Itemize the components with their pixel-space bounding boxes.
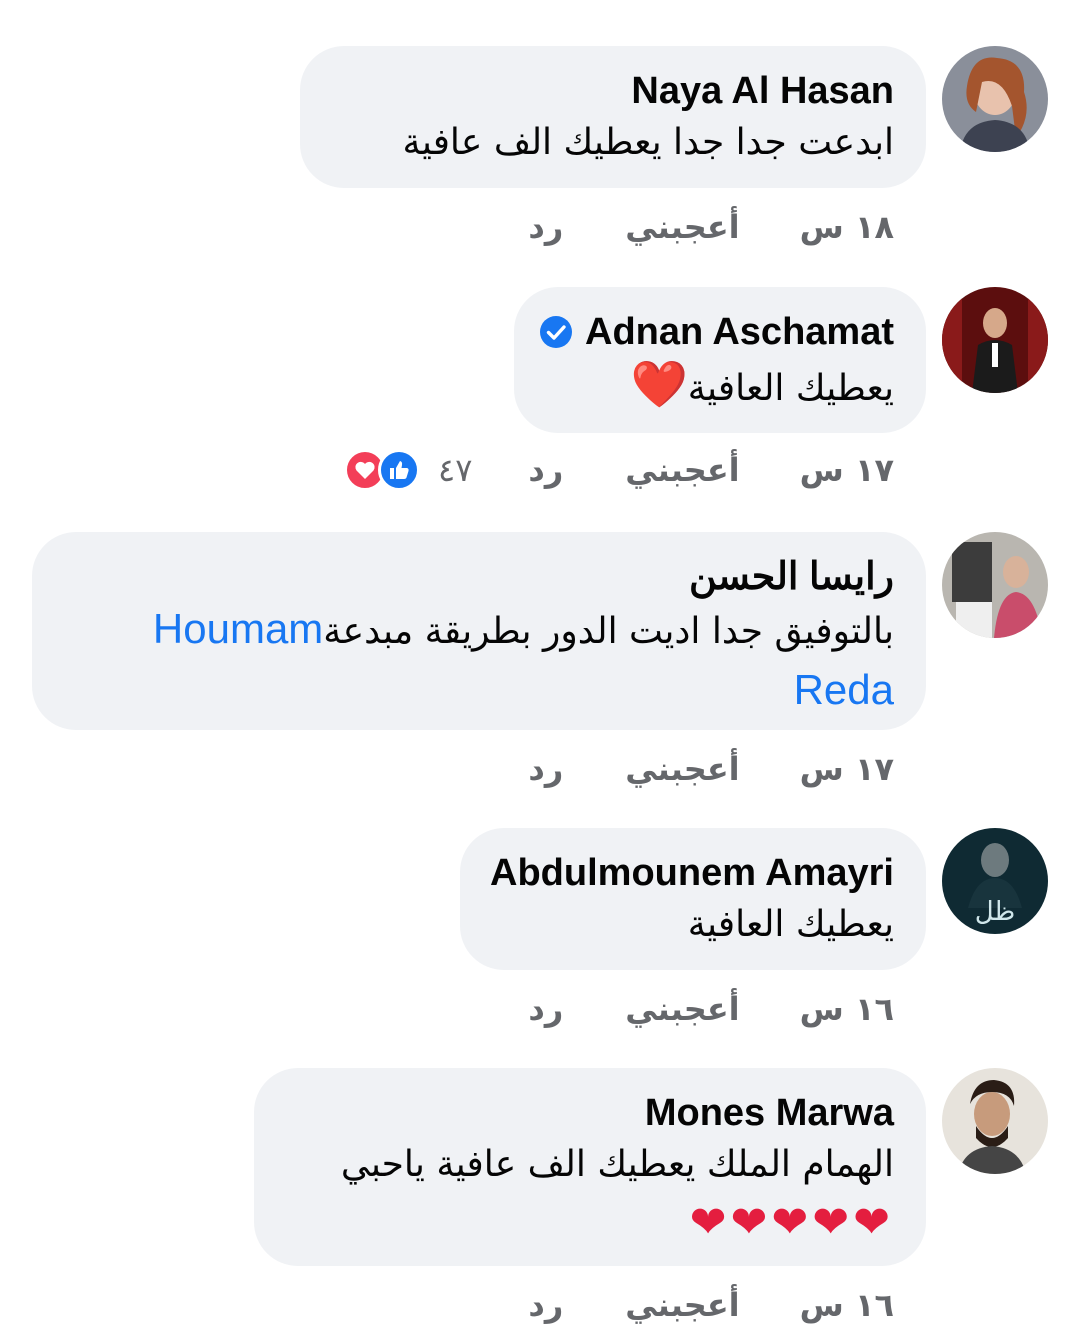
- comment-bubble: Naya Al Hasan ابدعت جدا جدا يعطيك الف عا…: [300, 46, 926, 188]
- comment-bubble: رايسا الحسن بالتوفيق جدا اديت الدور بطري…: [32, 532, 926, 730]
- like-button[interactable]: أعجبني: [625, 990, 739, 1028]
- avatar[interactable]: [942, 532, 1048, 638]
- reply-button[interactable]: رد: [528, 990, 563, 1028]
- like-button[interactable]: أعجبني: [625, 1286, 739, 1324]
- comment-author[interactable]: Abdulmounem Amayri: [490, 850, 894, 896]
- reactions-summary[interactable]: ٤٧: [344, 449, 472, 491]
- comment-actions: ١٧ س أعجبني رد: [472, 750, 894, 788]
- mention-link-continued[interactable]: Reda: [794, 666, 894, 713]
- avatar[interactable]: ظل: [942, 828, 1048, 934]
- comment-text-line2: Reda: [64, 661, 894, 722]
- avatar[interactable]: [942, 287, 1048, 393]
- reaction-icons: [344, 449, 421, 491]
- reply-button[interactable]: رد: [528, 1286, 563, 1324]
- comment-bubble: Mones Marwa الهمام الملك يعطيك الف عافية…: [254, 1068, 926, 1266]
- hearts-emoji-icon: ❤❤❤❤❤: [689, 1197, 894, 1248]
- reply-button[interactable]: رد: [528, 750, 563, 788]
- comment-timestamp[interactable]: ١٦ س: [800, 1286, 894, 1324]
- comment-bubble: Abdulmounem Amayri يعطيك العافية: [460, 828, 926, 970]
- svg-text:ظل: ظل: [975, 897, 1015, 927]
- comment-author[interactable]: رايسا الحسن: [64, 554, 894, 600]
- verified-badge-icon: [540, 316, 572, 348]
- avatar[interactable]: [942, 1068, 1048, 1174]
- reply-button[interactable]: رد: [528, 208, 563, 246]
- comment-timestamp[interactable]: ١٧ س: [800, 451, 894, 489]
- comment-author[interactable]: Adnan Aschamat: [540, 309, 894, 355]
- comment-actions: ١٦ س أعجبني رد: [472, 1286, 894, 1324]
- like-button[interactable]: أعجبني: [625, 750, 739, 788]
- mention-link[interactable]: Houmam: [153, 605, 323, 652]
- comment-timestamp[interactable]: ١٨ س: [800, 208, 894, 246]
- comment-text-body: يعطيك العافية: [687, 368, 894, 409]
- like-button[interactable]: أعجبني: [625, 451, 739, 489]
- comment-bubble: Adnan Aschamat يعطيك العافية❤️: [514, 287, 926, 433]
- comment-author[interactable]: Naya Al Hasan: [332, 68, 894, 114]
- reaction-count: ٤٧: [438, 451, 473, 489]
- comment-text-body: بالتوفيق جدا اديت الدور بطريقة مبدعة: [323, 611, 894, 652]
- comment-actions: ١٧ س أعجبني رد ٤٧: [344, 449, 894, 491]
- comment-timestamp[interactable]: ١٦ س: [800, 990, 894, 1028]
- comment-text: بالتوفيق جدا اديت الدور بطريقة مبدعةHoum…: [64, 600, 894, 661]
- comment-timestamp[interactable]: ١٧ س: [800, 750, 894, 788]
- comment-text: يعطيك العافية: [687, 904, 894, 945]
- heart-emoji-icon: ❤️: [630, 357, 688, 411]
- comment-text: ابدعت جدا جدا يعطيك الف عافية: [402, 122, 894, 163]
- comment-actions: ١٦ س أعجبني رد: [472, 990, 894, 1028]
- comment-text: يعطيك العافية❤️: [546, 355, 894, 418]
- reply-button[interactable]: رد: [528, 451, 563, 489]
- avatar[interactable]: [942, 46, 1048, 152]
- comment-author-name[interactable]: Adnan Aschamat: [585, 309, 894, 355]
- comment-actions: ١٨ س أعجبني رد: [472, 208, 894, 246]
- like-button[interactable]: أعجبني: [625, 208, 739, 246]
- comment-text: الهمام الملك يعطيك الف عافية ياحبي: [340, 1144, 894, 1185]
- comment-author[interactable]: Mones Marwa: [286, 1090, 894, 1136]
- like-icon: [378, 449, 421, 491]
